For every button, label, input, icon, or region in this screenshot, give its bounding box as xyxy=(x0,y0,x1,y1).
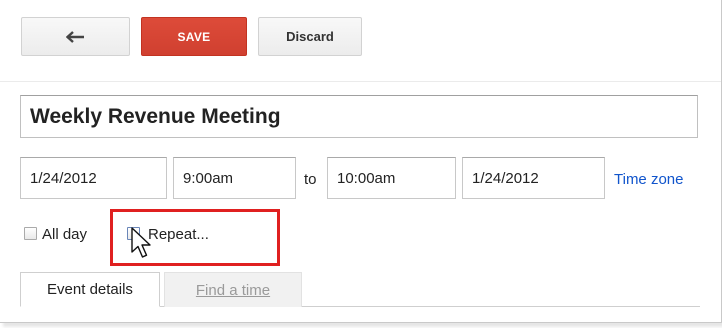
to-label: to xyxy=(304,171,317,188)
start-date-field[interactable]: 1/24/2012 xyxy=(20,157,167,199)
all-day-checkbox[interactable] xyxy=(24,227,37,240)
discard-button[interactable]: Discard xyxy=(258,17,362,56)
save-button[interactable]: SAVE xyxy=(141,17,247,56)
tab-find-a-time[interactable]: Find a time xyxy=(164,272,302,307)
mouse-pointer-icon xyxy=(131,227,151,258)
event-title-input[interactable]: Weekly Revenue Meeting xyxy=(20,95,698,138)
all-day-label: All day xyxy=(42,226,88,243)
time-zone-link[interactable]: Time zone xyxy=(614,171,683,188)
arrow-left-icon xyxy=(65,30,84,43)
toolbar: SAVE Discard xyxy=(0,0,721,82)
end-time-field[interactable]: 10:00am xyxy=(327,157,456,199)
tab-event-details[interactable]: Event details xyxy=(20,272,160,307)
event-editor-panel: SAVE Discard Weekly Revenue Meeting 1/24… xyxy=(0,0,722,323)
end-date-field[interactable]: 1/24/2012 xyxy=(462,157,605,199)
back-button[interactable] xyxy=(21,17,130,56)
start-time-field[interactable]: 9:00am xyxy=(173,157,296,199)
